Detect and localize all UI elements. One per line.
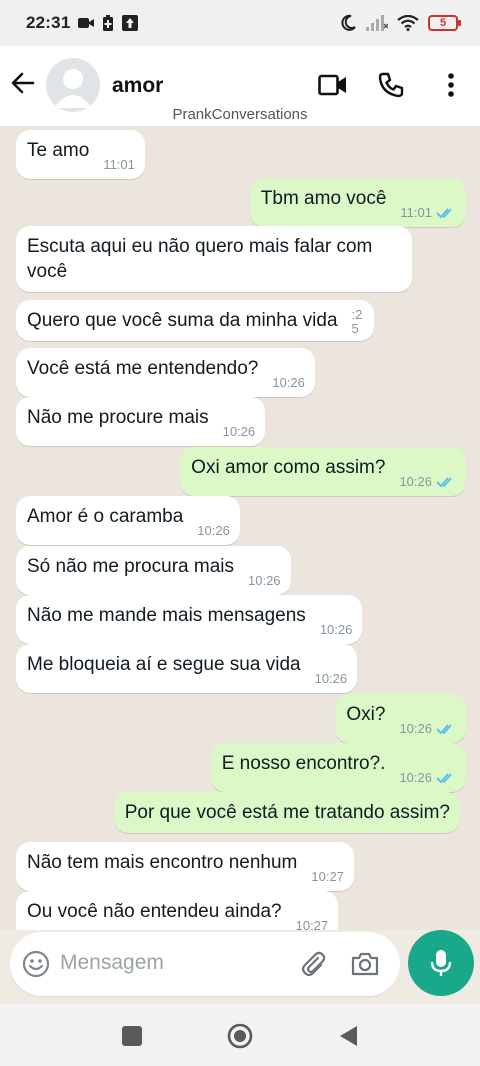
upload-icon <box>122 15 139 31</box>
message-text: Não tem mais encontro nenhum <box>27 852 298 873</box>
phone-icon[interactable] <box>376 72 406 98</box>
message-time: 11:01 <box>400 205 432 220</box>
status-left: 22:31 <box>26 13 139 33</box>
message-bubble-incoming[interactable]: Não me mande mais mensagens 10:26 <box>16 595 363 644</box>
battery-saver-icon <box>102 15 114 31</box>
signal-icon <box>366 15 388 31</box>
emoji-icon[interactable] <box>22 950 50 978</box>
watermark: PrankConversations <box>172 106 308 123</box>
message-time: :2 5 <box>351 307 363 336</box>
message-text: Me bloqueia aí e segue sua vida <box>27 654 301 675</box>
message-time: 11:01 <box>103 157 135 172</box>
message-bubble-incoming[interactable]: Escuta aqui eu não quero mais falar com … <box>16 226 412 292</box>
wifi-icon <box>397 15 419 31</box>
message-time: 10:26 <box>222 424 256 439</box>
message-bubble-outgoing[interactable]: Tbm amo você 11:01 <box>249 178 466 227</box>
message-time: 10:27 <box>295 918 329 930</box>
status-time: 22:31 <box>26 13 71 32</box>
more-vert-icon[interactable] <box>436 72 466 98</box>
read-ticks-icon <box>436 772 452 783</box>
message-bubble-incoming[interactable]: Quero que você suma da minha vida :2 5 <box>16 300 374 341</box>
message-meta: 10:26 <box>315 666 348 691</box>
message-bubble-incoming[interactable]: Te amo 11:01 <box>16 130 145 179</box>
message-composer[interactable]: Mensagem <box>10 932 400 996</box>
message-time: 10:26 <box>248 573 281 588</box>
message-meta: 10:26 <box>399 716 456 741</box>
moon-icon <box>339 14 357 32</box>
message-bubble-outgoing[interactable]: Oxi amor como assim? 10:26 <box>180 447 466 496</box>
message-text: Você está me entendendo? <box>27 358 259 379</box>
message-meta: 10:26 <box>399 765 456 790</box>
message-bubble-incoming[interactable]: Ou você não entendeu ainda? 10:27 <box>16 891 339 930</box>
message-bubble-incoming[interactable]: Não me procure mais 10:26 <box>16 397 266 446</box>
message-bubble-incoming[interactable]: Amor é o caramba 10:26 <box>16 496 240 545</box>
status-bar: 22:31 5 <box>0 0 480 46</box>
message-input[interactable]: Mensagem <box>60 951 164 975</box>
status-right: 5 <box>339 14 461 32</box>
message-text: Não me procure mais <box>27 407 209 428</box>
message-time: 10:26 <box>272 375 305 390</box>
recents-icon[interactable] <box>118 1022 146 1050</box>
message-bubble-outgoing[interactable]: E nosso encontro?. 10:26 <box>210 743 466 792</box>
home-icon[interactable] <box>226 1022 254 1050</box>
mic-button[interactable] <box>408 930 474 996</box>
message-time: 10:26 <box>399 474 432 489</box>
message-text: Escuta aqui eu não quero mais falar com … <box>27 236 373 282</box>
message-time: 10:27 <box>311 869 344 884</box>
message-time: 10:26 <box>197 523 230 538</box>
read-ticks-icon <box>436 723 452 734</box>
message-bubble-incoming[interactable]: Não tem mais encontro nenhum 10:27 <box>16 842 354 891</box>
message-text: Oxi? <box>346 704 386 725</box>
message-text: E nosso encontro?. <box>221 753 386 774</box>
message-text: Te amo <box>27 140 90 161</box>
message-meta: 10:26 <box>320 617 353 642</box>
message-meta: 10:26 <box>399 469 456 494</box>
message-text: Amor é o caramba <box>27 506 184 527</box>
message-meta: 11:01 <box>400 200 456 225</box>
attach-icon[interactable] <box>298 949 328 979</box>
battery-level: 5 <box>439 17 447 29</box>
message-meta: 10:27 <box>311 864 344 889</box>
read-ticks-icon <box>436 476 452 487</box>
message-time: 10:26 <box>319 622 353 637</box>
message-meta: 10:26 <box>272 370 305 395</box>
message-time: 10:26 <box>399 721 432 736</box>
message-meta: :2 5 <box>352 308 364 336</box>
message-meta: 10:26 <box>248 568 281 593</box>
message-bubble-outgoing[interactable]: Oxi? 10:26 <box>335 694 466 743</box>
message-meta: 10:26 <box>197 518 230 543</box>
battery-icon: 5 <box>428 15 461 31</box>
camera-icon[interactable] <box>350 949 380 979</box>
message-text: Por que você está me tratando assim? <box>124 802 450 823</box>
avatar[interactable] <box>46 58 100 112</box>
back-icon[interactable] <box>334 1022 362 1050</box>
message-meta: 10:26 <box>223 419 256 444</box>
read-ticks-icon <box>436 207 452 218</box>
message-bubble-incoming[interactable]: Você está me entendendo? 10:26 <box>16 348 315 397</box>
message-meta: 10:27 <box>296 913 329 930</box>
message-bubble-incoming[interactable]: Só não me procura mais 10:26 <box>16 546 291 595</box>
message-time: 10:26 <box>314 671 348 686</box>
message-time: 10:26 <box>399 770 432 785</box>
system-nav-bar <box>0 1004 480 1066</box>
message-text: Não me mande mais mensagens <box>27 605 306 626</box>
back-arrow-icon[interactable] <box>10 70 36 96</box>
message-text: Oxi amor como assim? <box>191 457 386 478</box>
mic-icon <box>430 950 452 976</box>
contact-name[interactable]: amor <box>112 74 163 98</box>
message-text: Tbm amo você <box>260 188 387 209</box>
chat-area[interactable]: Te amo 11:01 Tbm amo você 11:01 Escuta a… <box>0 126 480 930</box>
message-text: Quero que você suma da minha vida <box>27 310 338 331</box>
message-meta: 11:01 <box>103 152 135 177</box>
message-text: Ou você não entendeu ainda? <box>27 901 282 922</box>
message-bubble-incoming[interactable]: Me bloqueia aí e segue sua vida 10:26 <box>16 644 358 693</box>
video-camera-icon <box>78 17 95 29</box>
video-call-icon[interactable] <box>318 72 348 98</box>
message-bubble-outgoing[interactable]: Por que você está me tratando assim? <box>113 792 460 833</box>
message-text: Só não me procura mais <box>27 556 234 577</box>
avatar-placeholder <box>54 69 92 108</box>
